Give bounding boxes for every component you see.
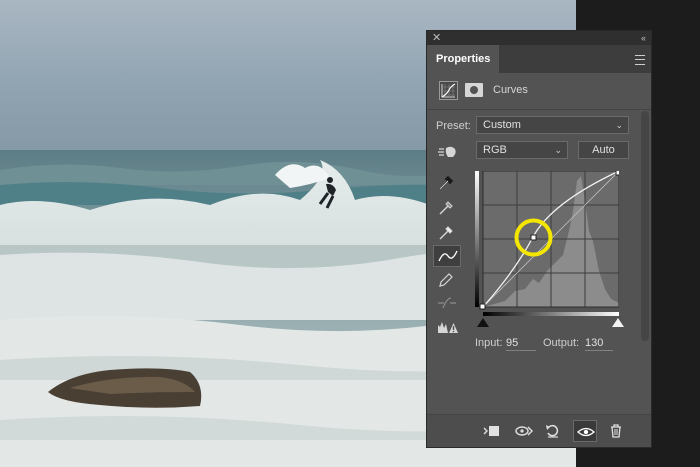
gray-point-eyedropper-icon[interactable] xyxy=(433,197,461,219)
mask-icon[interactable] xyxy=(465,83,483,97)
panel-scrollbar[interactable] xyxy=(641,111,649,341)
input-gradient-bar xyxy=(483,312,619,316)
curves-adjustment-icon[interactable] xyxy=(439,81,458,100)
panel-tab-row: Properties xyxy=(427,45,651,73)
chevron-down-icon: ⌄ xyxy=(615,120,623,130)
preset-label: Preset: xyxy=(436,120,471,132)
on-image-adjust-icon[interactable] xyxy=(433,141,461,163)
properties-panel: ✕ ‹‹ Properties Curves Preset: Custom ⌄ … xyxy=(426,30,652,448)
preset-dropdown[interactable]: Custom ⌄ xyxy=(476,116,629,134)
visibility-eye-icon[interactable] xyxy=(573,420,597,442)
white-point-eyedropper-icon[interactable] xyxy=(433,222,461,244)
black-point-eyedropper-icon[interactable] xyxy=(433,172,461,194)
view-previous-state-icon[interactable] xyxy=(511,420,535,442)
curve-control-point[interactable] xyxy=(530,234,537,241)
input-label: Input: xyxy=(475,337,503,349)
input-field[interactable]: 95 xyxy=(506,337,536,351)
auto-button[interactable]: Auto xyxy=(578,141,629,159)
close-icon[interactable]: ✕ xyxy=(432,31,441,45)
tab-properties[interactable]: Properties xyxy=(427,45,499,73)
channel-value: RGB xyxy=(483,144,507,156)
black-point-slider[interactable] xyxy=(477,318,489,327)
channel-dropdown[interactable]: RGB ⌄ xyxy=(476,141,568,159)
output-label: Output: xyxy=(543,337,580,349)
draw-pencil-icon[interactable] xyxy=(433,269,461,291)
curves-graph[interactable] xyxy=(475,169,622,311)
delete-trash-icon[interactable] xyxy=(605,420,629,442)
clipping-warning-icon[interactable] xyxy=(433,317,461,339)
adjustment-header: Curves xyxy=(427,73,651,110)
panel-bottom-bar xyxy=(427,414,651,447)
smooth-curve-icon[interactable] xyxy=(433,292,461,314)
white-point-slider[interactable] xyxy=(612,318,624,327)
panel-title-bar: ✕ ‹‹ xyxy=(427,31,651,45)
preset-value: Custom xyxy=(483,119,521,131)
output-field[interactable]: 130 xyxy=(585,337,613,351)
panel-menu-icon[interactable] xyxy=(635,55,645,65)
collapse-icon[interactable]: ‹‹ xyxy=(641,31,646,45)
reset-icon[interactable] xyxy=(541,420,565,442)
chevron-down-icon: ⌄ xyxy=(554,145,562,155)
clip-to-layer-icon[interactable] xyxy=(479,420,503,442)
adjustment-title: Curves xyxy=(493,84,528,96)
edit-points-curve-icon[interactable] xyxy=(433,245,461,267)
